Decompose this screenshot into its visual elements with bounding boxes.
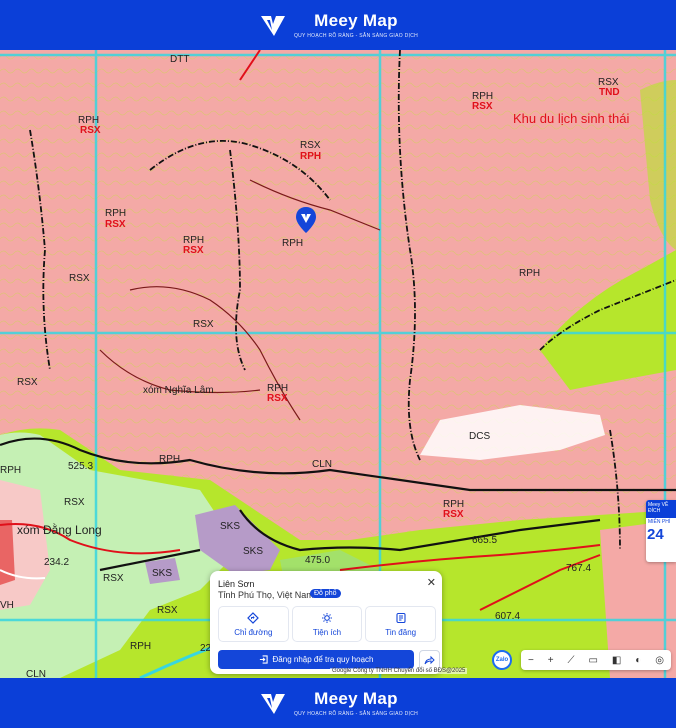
map-label: xóm Nghĩa Lâm: [143, 385, 214, 396]
map-label: RPH: [300, 151, 322, 162]
map-label: 767.4: [566, 563, 592, 574]
map-label: RSX: [300, 140, 321, 151]
amenities-label: Tiện ích: [312, 627, 342, 637]
map-label: 525.3: [68, 461, 94, 472]
bottom-banner: Meey Map QUY HOẠCH RÕ RÀNG - SẴN SÀNG GI…: [0, 678, 676, 728]
place-name: Liên Sơn: [218, 579, 255, 589]
zoom-in-icon[interactable]: +: [548, 655, 554, 666]
compare-icon[interactable]: ◧: [612, 655, 621, 666]
ruler-icon[interactable]: ⟋: [568, 655, 575, 666]
directions-icon: [247, 611, 260, 624]
brand-tagline: QUY HOẠCH RÕ RÀNG - SẴN SÀNG GIAO DỊCH: [293, 33, 419, 39]
promo-mid: MIỄN PHÍ: [648, 519, 671, 525]
map-label: 475.0: [305, 555, 331, 566]
close-icon[interactable]: ✕: [427, 576, 436, 589]
map-label: RSX: [443, 509, 464, 520]
map-label: RSX: [472, 101, 493, 112]
login-button[interactable]: Đăng nhập để tra quy hoạch: [218, 650, 414, 669]
map-label: RSX: [267, 393, 288, 404]
login-label: Đăng nhập để tra quy hoạch: [272, 655, 374, 664]
map-toolbar: − + ⟋ ▭ ◧ ◐ ◎: [521, 650, 671, 670]
brand-name: Meey Map: [314, 11, 398, 30]
layers-icon[interactable]: ▭: [588, 655, 597, 666]
brand-logo[interactable]: Meey Map QUY HOẠCH RÕ RÀNG - SẴN SÀNG GI…: [258, 10, 418, 40]
map-label: CLN: [26, 669, 47, 679]
map-label: RSX: [17, 377, 38, 388]
status-badge: Đô phố: [310, 589, 341, 598]
map-label: RPH: [105, 208, 127, 219]
map-label: RSX: [157, 605, 178, 616]
meey-logo-icon: [260, 694, 285, 714]
amenities-button[interactable]: Tiện ích: [291, 606, 363, 642]
zalo-button[interactable]: Zalo: [492, 650, 512, 670]
map-label: 234.2: [44, 557, 70, 568]
news-label: Tin đăng: [385, 627, 417, 637]
map-label: RSX: [183, 245, 204, 256]
opacity-icon[interactable]: ◐: [635, 655, 641, 666]
map-label: RSX: [193, 319, 214, 330]
promo-tab[interactable]: Meey VỀ ĐÍCH MIỄN PHÍ 24: [646, 500, 676, 562]
zoom-out-icon[interactable]: −: [528, 655, 534, 666]
map-label: DTT: [170, 54, 190, 65]
news-button[interactable]: Tin đăng: [365, 606, 437, 642]
directions-label: Chỉ đường: [234, 627, 273, 637]
map-label: xóm Đằng Long: [17, 523, 102, 537]
promo-top: Meey VỀ ĐÍCH: [646, 500, 676, 518]
map-label: VH: [0, 600, 14, 611]
map-label: RPH: [519, 268, 541, 279]
map-label: TND: [599, 87, 620, 98]
amenities-icon: [322, 612, 332, 623]
map-label: RSX: [80, 125, 101, 136]
map-label: 665.5: [472, 535, 498, 546]
map-label: RPH: [159, 454, 181, 465]
map-label: SKS: [152, 568, 173, 579]
top-banner: Meey Map QUY HOẠCH RÕ RÀNG - SẴN SÀNG GI…: [0, 0, 676, 50]
locate-icon[interactable]: ◎: [655, 655, 664, 666]
map-label: RPH: [282, 238, 304, 249]
map-label: RSX: [69, 273, 90, 284]
brand-tagline: QUY HOẠCH RÕ RÀNG - SẴN SÀNG GIAO DỊCH: [293, 711, 419, 717]
map-label: DCS: [469, 431, 491, 442]
map-label: 607.4: [495, 611, 521, 622]
map-label: RSX: [103, 573, 124, 584]
meey-logo-icon: [260, 16, 285, 36]
place-region: Tỉnh Phú Thọ, Việt Nam: [218, 590, 314, 600]
map-label: SKS: [220, 521, 241, 532]
location-card: Liên Sơn ✕ Tỉnh Phú Thọ, Việt Nam Đô phố…: [210, 571, 442, 674]
brand-logo-footer[interactable]: Meey Map QUY HOẠCH RÕ RÀNG - SẴN SÀNG GI…: [258, 688, 418, 718]
listing-icon: [396, 612, 406, 623]
brand-name: Meey Map: [314, 689, 398, 708]
map-label: RPH: [0, 465, 22, 476]
login-icon: [259, 655, 268, 664]
map-label: SKS: [243, 546, 264, 557]
map-label: RSX: [64, 497, 85, 508]
tourism-zone-label: Khu du lịch sinh thái: [513, 111, 630, 126]
map-label: RPH: [130, 641, 152, 652]
map-label: CLN: [312, 459, 333, 470]
map-attribution: Google Công ty TNHH Chuyển đổi số BĐS@20…: [330, 668, 468, 674]
share-icon: [424, 655, 435, 665]
promo-number: 24: [647, 526, 664, 543]
map-label: RSX: [105, 219, 126, 230]
directions-button[interactable]: Chỉ đường: [218, 606, 289, 642]
